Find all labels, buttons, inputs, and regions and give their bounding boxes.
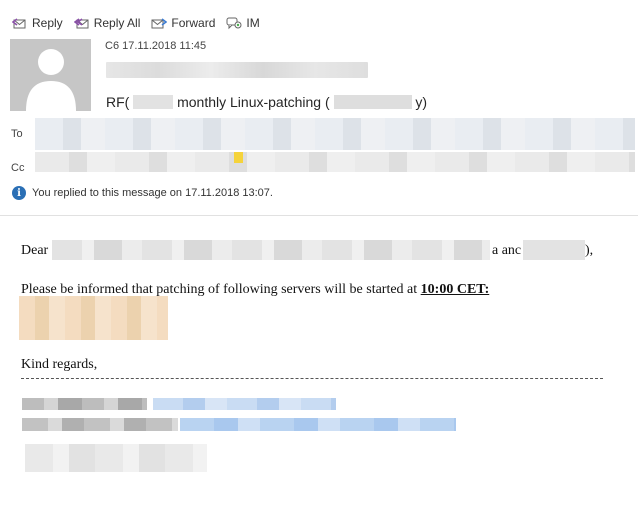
cc-label: Cc <box>11 162 25 174</box>
forward-label: Forward <box>171 16 216 30</box>
greeting-line: Dear <box>21 243 48 259</box>
server-list-redacted <box>19 296 168 340</box>
greeting-mid: a anc <box>492 243 522 258</box>
header-divider <box>0 215 638 216</box>
sent-datetime: C6 17.11.2018 11:45 <box>105 40 206 52</box>
subject-redacted-1 <box>133 95 174 109</box>
reply-info-text: You replied to this message on 17.11.201… <box>32 187 273 199</box>
info-icon: i <box>12 186 26 200</box>
notice-time: 10:00 CET: <box>420 282 490 297</box>
im-label: IM <box>246 16 260 30</box>
cc-recipients[interactable] <box>35 152 635 172</box>
sent-prefix: C6 <box>105 40 120 52</box>
reply-all-label: Reply All <box>93 16 141 30</box>
to-label: To <box>11 128 23 140</box>
im-icon <box>226 17 242 30</box>
reply-all-icon <box>73 18 89 29</box>
signature-name-redacted <box>22 398 147 410</box>
person-icon <box>10 39 91 111</box>
cc-highlight <box>234 152 243 163</box>
recipient-names-redacted <box>52 240 490 260</box>
sender-name-redacted <box>106 62 368 78</box>
signature-link-redacted[interactable] <box>153 398 336 410</box>
forward-button[interactable]: Forward <box>151 16 215 30</box>
reply-icon <box>12 18 26 29</box>
signature-separator <box>21 378 603 379</box>
to-recipients[interactable] <box>35 118 635 150</box>
subject-redacted-2 <box>333 95 412 109</box>
closing-line: Kind regards, <box>21 357 98 372</box>
reply-button[interactable]: Reply <box>12 16 63 30</box>
subject-prefix: RF( <box>106 94 130 110</box>
greeting-start: Dear <box>21 243 49 258</box>
reply-label: Reply <box>32 16 63 30</box>
message-toolbar: Reply Reply All Forward IM <box>12 12 271 34</box>
greeting-end: ), <box>585 243 594 258</box>
subject-main: monthly Linux-patching ( <box>177 94 330 110</box>
sent-date: 17.11.2018 11:45 <box>122 40 207 52</box>
notice-text: Please be informed that patching of foll… <box>21 282 418 297</box>
signature-email-redacted[interactable] <box>180 418 456 431</box>
signature-footer-redacted <box>25 444 207 472</box>
im-button[interactable]: IM <box>226 16 260 30</box>
email-subject: RF( monthly Linux-patching ( y) <box>106 94 427 110</box>
reply-info-bar: i You replied to this message on 17.11.2… <box>12 186 273 200</box>
sender-avatar <box>10 39 91 111</box>
subject-suffix: y) <box>415 94 428 110</box>
reply-all-button[interactable]: Reply All <box>73 16 141 30</box>
signature-title-redacted <box>22 418 178 431</box>
recipient-name-redacted-2 <box>523 240 585 260</box>
forward-icon <box>151 18 168 29</box>
